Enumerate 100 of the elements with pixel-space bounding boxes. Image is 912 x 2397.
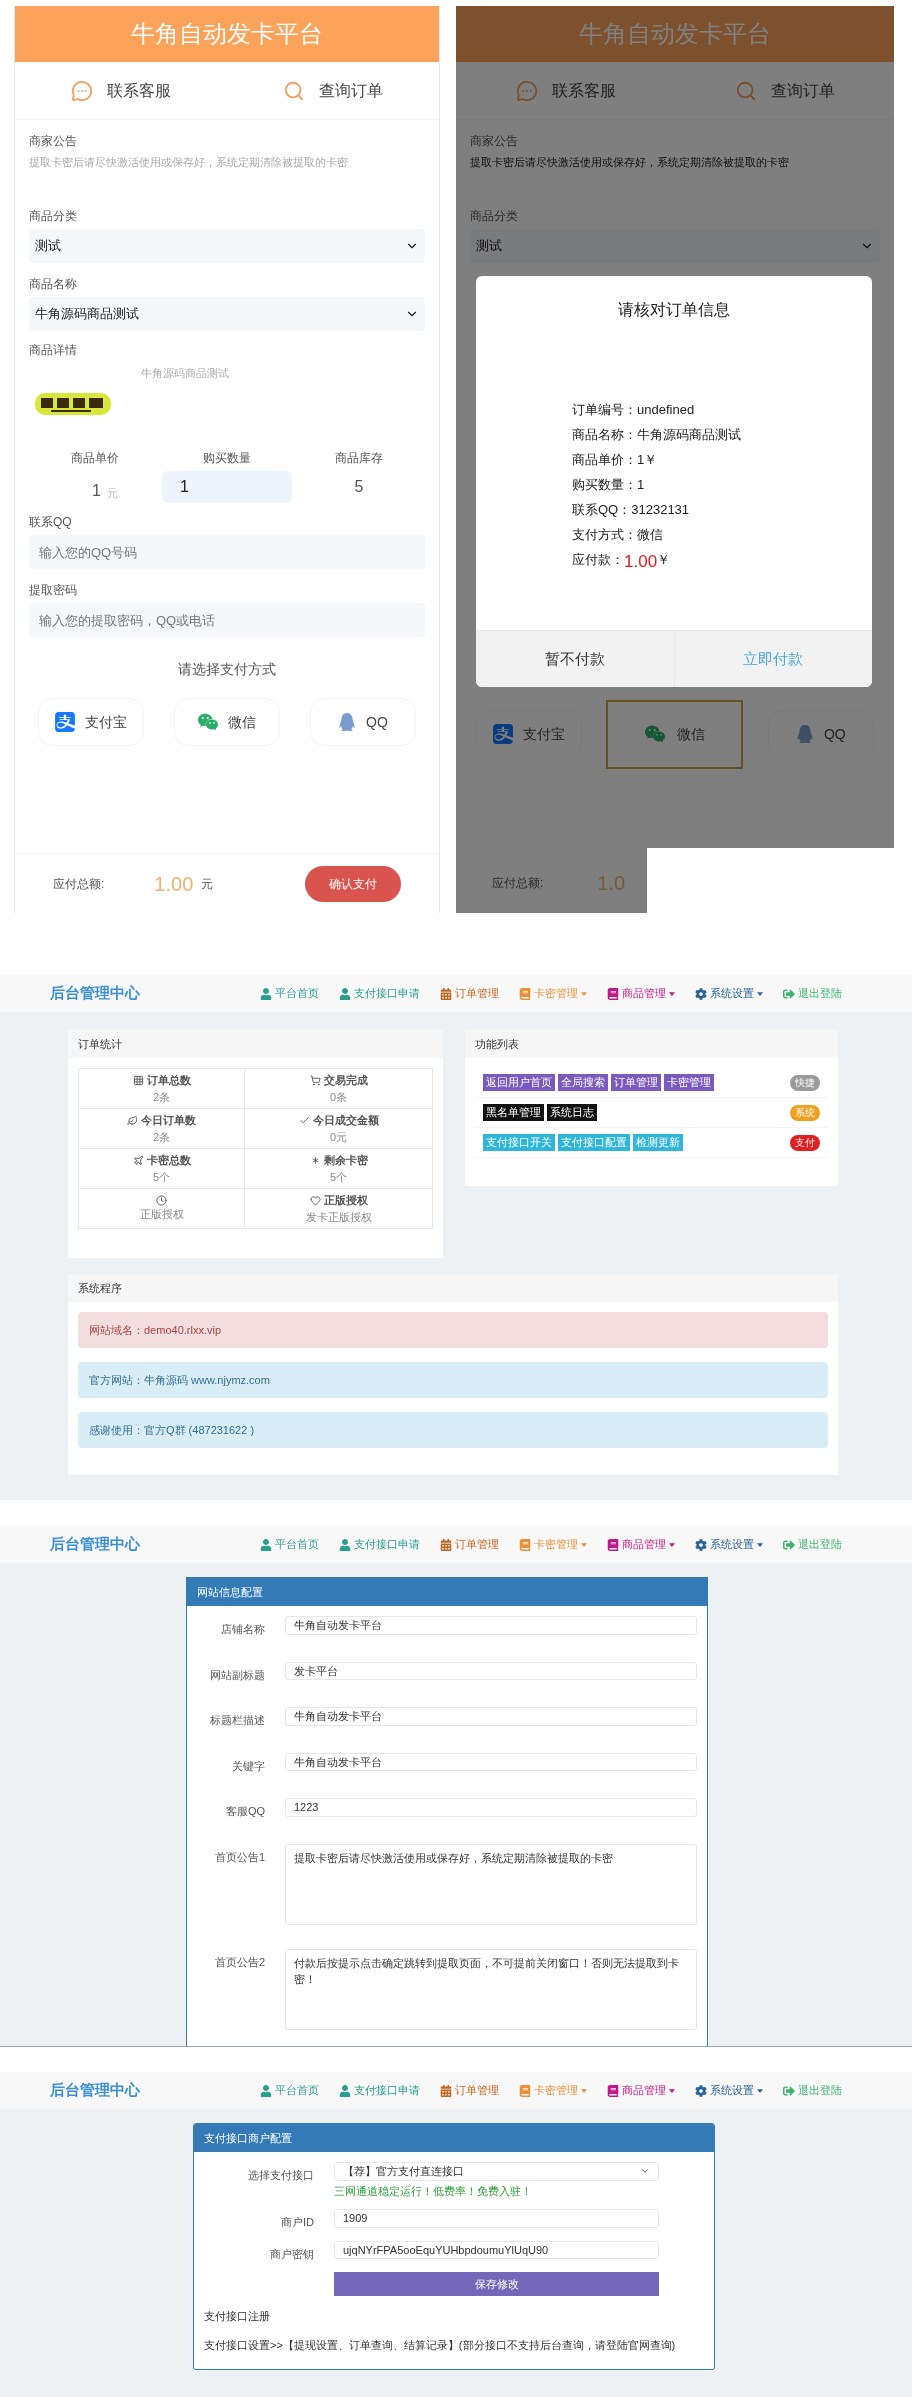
feature-link[interactable]: 返回用户首页 [483,1074,555,1091]
password-field[interactable]: 输入您的提取密码，QQ或电话 [29,603,425,637]
text-area[interactable]: 提取卡密后请尽快激活使用或保存好，系统定期清除被提取的卡密 [285,1843,697,1925]
category-select[interactable]: 测试 [470,228,880,263]
app-header: 牛角自动发卡平台 [15,6,439,62]
total-amount: 1.00 [154,871,194,897]
text-area[interactable]: 付款后按提示点击确定跳转到提取页面，不可提前关闭窗口！否则无法提取到卡密！ [285,1948,697,2030]
amount-label: 应付款： [572,551,624,569]
nav-link[interactable]: 平台首页 [260,1536,319,1553]
brand-title: 后台管理中心 [50,1534,140,1555]
payment-option[interactable]: 微信 [606,699,744,769]
nav-link[interactable]: 查询订单 [675,62,894,119]
field-label: 商品分类 [470,207,519,225]
caret-icon [669,1542,675,1547]
leaf-icon [127,1114,138,1126]
payment-option[interactable]: QQ [767,710,874,758]
feature-link[interactable]: 全局搜索 [558,1074,608,1091]
save-button[interactable]: 保存修改 [334,2272,659,2296]
nav-link[interactable]: 商品管理 [607,985,675,1002]
caret-icon [669,991,675,996]
nav-link[interactable]: 联系客服 [456,62,675,119]
nav-link[interactable]: 订单管理 [440,985,499,1002]
nav-link[interactable]: 平台首页 [260,985,319,1002]
nav-link[interactable]: 支付接口申请 [339,985,420,1002]
nav-link[interactable]: 订单管理 [440,1536,499,1553]
footer-note: 支付接口设置>>【提现设置、订单查询、结算记录】(部分接口不支持后台查询，请登陆官网查询) [203,2337,677,2353]
total-label: 应付总额: [53,875,105,893]
feature-link[interactable]: 系统日志 [547,1104,597,1121]
feature-link[interactable]: 黑名单管理 [483,1104,544,1121]
dialog-title: 请核对订单信息 [617,300,731,320]
field-label: 选择支付接口 [247,2168,314,2183]
qq-field[interactable]: 输入您的QQ号码 [29,535,425,569]
nav-link[interactable]: 退出登陆 [783,2082,842,2099]
text-field[interactable]: 牛角自动发卡平台 [285,1752,697,1771]
search-icon [283,79,305,102]
product-select[interactable]: 牛角源码商品测试 [29,296,425,331]
chat-icon [515,79,538,102]
text-field[interactable]: 发卡平台 [285,1661,697,1680]
nav-link[interactable]: 商品管理 [607,2082,675,2099]
nav-link[interactable]: 退出登陆 [783,985,842,1002]
nav-link[interactable]: 退出登陆 [783,1536,842,1553]
amount-value: 1.00 [624,552,658,570]
order-detail: 联系QQ：31232131 [572,501,691,519]
cancel-button[interactable]: 暂不付款 [476,631,675,687]
stat-title: 今日成交金额 [312,1113,379,1128]
stat-value: 正版授权 [139,1206,184,1222]
caret-icon [581,991,587,996]
payment-option[interactable]: 微信 [174,698,280,746]
wechat-icon [198,712,218,732]
nav-link[interactable]: 系统设置 [695,2082,763,2099]
alipay-icon [55,712,75,732]
order-detail: 商品单价：1￥ [572,451,659,469]
field-label: 店铺名称 [220,1622,265,1637]
field-label: 商家公告 [29,133,78,150]
app-header: 牛角自动发卡平台 [456,6,894,62]
product-description: 牛角源码商品测试 [140,365,230,381]
chat-icon [71,79,93,102]
unit-price: 1 [92,481,101,501]
nav-link[interactable]: 订单管理 [440,2082,499,2099]
payment-option[interactable]: 支付宝 [476,710,583,758]
field-label: 标题栏描述 [209,1713,265,1728]
quantity-field[interactable]: 1 [162,471,292,503]
text-field[interactable]: 1223 [285,1798,697,1817]
nav-link[interactable]: 支付接口申请 [339,1536,420,1553]
category-select[interactable]: 测试 [29,228,425,263]
panel-title: 订单统计 [68,1030,443,1058]
caret-icon [581,1542,587,1547]
payment-option[interactable]: QQ [310,698,416,746]
stat-value: 0元 [329,1129,348,1145]
text-field[interactable]: 牛角自动发卡平台 [285,1616,697,1635]
field-label: 购买数量 [202,450,252,467]
nav-link[interactable]: 支付接口申请 [339,2082,420,2099]
order-detail: 购买数量：1 [572,476,646,494]
feature-link[interactable]: 卡密管理 [664,1074,714,1091]
register-link[interactable]: 支付接口注册 [194,2308,714,2325]
panel-title: 系统程序 [68,1274,838,1302]
caret-icon [757,1542,763,1547]
confirm-pay-button[interactable]: 确认支付 [305,865,401,902]
panel-title: 功能列表 [465,1030,838,1058]
feature-link[interactable]: 订单管理 [611,1074,661,1091]
nav-link[interactable]: 商品管理 [607,1536,675,1553]
field-label: 商品名称 [29,275,78,293]
nav-link[interactable]: 系统设置 [695,1536,763,1553]
nav-link[interactable]: 联系客服 [15,62,227,119]
select-field[interactable]: 【荐】官方支付直连接口 [334,2162,659,2181]
clock-icon [156,1194,167,1206]
stat-title: 卡密总数 [146,1153,191,1168]
text-field[interactable]: ujqNYrFPA5ooEquYUHbpdoumuYlUqU90 [334,2240,659,2259]
text-field[interactable]: 牛角自动发卡平台 [285,1707,697,1726]
field-label: 商户密钥 [269,2246,314,2262]
currency-unit: 元 [201,875,214,893]
nav-link[interactable]: 平台首页 [260,2082,319,2099]
stat-value: 发卡正版授权 [305,1209,372,1225]
nav-link[interactable]: 系统设置 [695,985,763,1002]
cart-icon [309,1074,321,1086]
text-field[interactable]: 1909 [334,2209,659,2228]
payment-option[interactable]: 支付宝 [38,698,144,746]
total-amount: 1.0 [597,871,626,896]
stock-count: 5 [353,477,365,497]
nav-link[interactable]: 查询订单 [227,62,439,119]
